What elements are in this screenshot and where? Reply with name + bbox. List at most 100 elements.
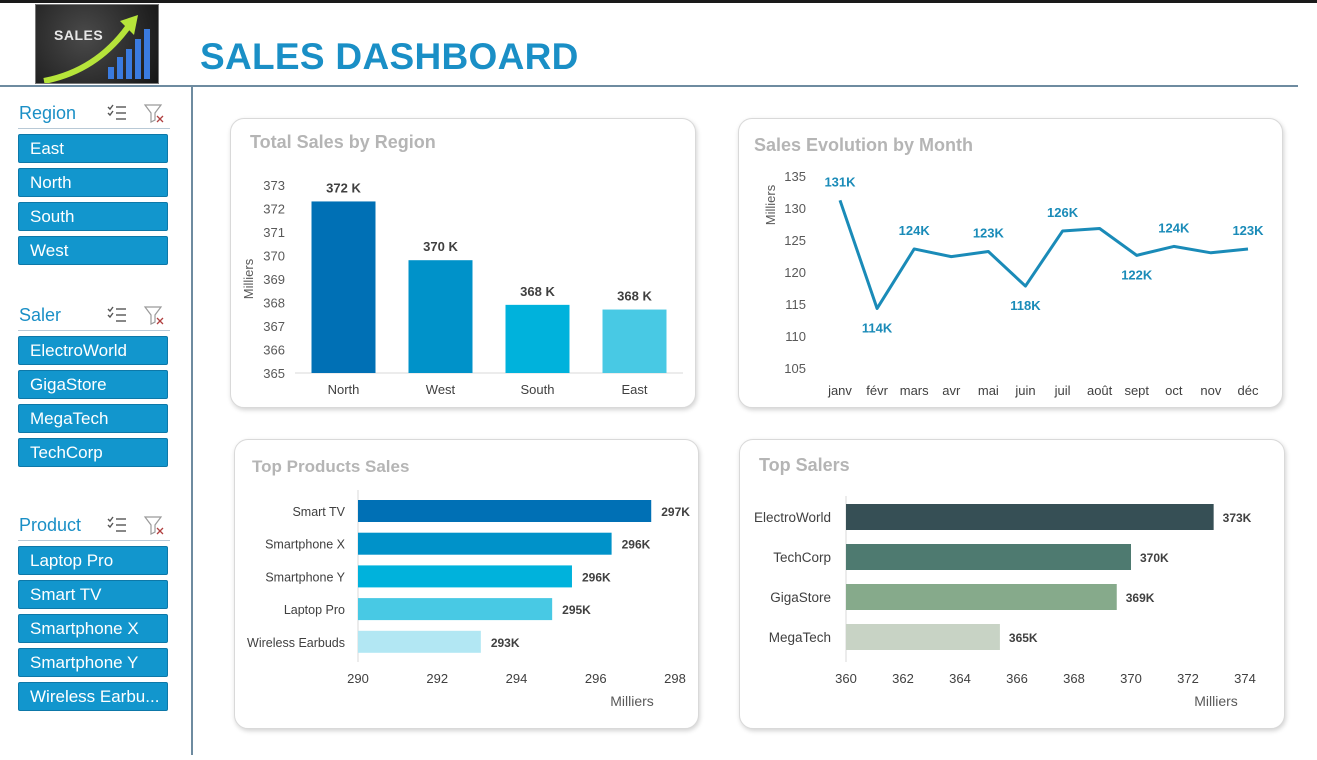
data-label: 296K (622, 538, 651, 552)
slicer-item-smartphone-y[interactable]: Smartphone Y (18, 648, 168, 677)
multi-select-icon[interactable] (106, 102, 128, 124)
y-tick-label: 371 (263, 225, 285, 240)
region-bar-chart: Milliers 365 366 367 368 369 370 371 372 373 372 K… (241, 178, 683, 397)
x-tick-label: nov (1200, 383, 1221, 398)
clear-filter-icon[interactable] (143, 102, 165, 124)
data-label: 123K (1232, 223, 1264, 238)
x-tick-label: West (426, 382, 456, 397)
region-chart-card[interactable]: Total Sales by Region Milliers 365 366 367 3… (230, 118, 696, 408)
data-label: 122K (1121, 267, 1153, 282)
x-tick-label: août (1087, 383, 1113, 398)
data-label: 123K (973, 226, 1005, 241)
slicer-item-wireless-earbuds[interactable]: Wireless Earbu... (18, 682, 168, 711)
region-slicer: Region East North South West (18, 99, 170, 270)
x-tick-label: North (328, 382, 360, 397)
slicer-title: Region (19, 103, 77, 123)
bar (846, 544, 1131, 570)
slicer-item-north[interactable]: North (18, 168, 168, 197)
bar (846, 584, 1117, 610)
x-axis-label: Milliers (1194, 693, 1238, 709)
x-tick-label: juil (1054, 383, 1071, 398)
growth-arrow-icon (43, 15, 150, 83)
y-tick-label: Smart TV (292, 505, 345, 519)
bar (602, 309, 667, 373)
bar (311, 201, 376, 373)
data-label: 131K (824, 174, 856, 189)
x-tick-label: déc (1238, 383, 1259, 398)
slicer-header: Region (18, 99, 170, 129)
x-tick-label: 370 (1120, 671, 1142, 686)
y-tick-label: Wireless Earbuds (247, 636, 345, 650)
x-tick-label: 368 (1063, 671, 1085, 686)
data-label: 369K (1126, 591, 1155, 605)
x-tick-label: 294 (506, 671, 528, 686)
slicer-item-smartphone-x[interactable]: Smartphone X (18, 614, 168, 643)
saler-slicer: Saler ElectroWorld GigaStore MegaTech Te… (18, 301, 170, 472)
salers-chart-card[interactable]: Top Salers ElectroWorld 373K TechCorp 370K G… (739, 439, 1285, 729)
y-axis-label: Milliers (763, 184, 778, 225)
y-tick-label: GigaStore (770, 590, 831, 605)
products-chart-card[interactable]: Top Products Sales Smart TV 297K Smartphon… (234, 439, 699, 729)
x-tick-label: 290 (347, 671, 369, 686)
y-tick-label: 115 (785, 297, 806, 312)
y-tick-label: 373 (263, 178, 285, 193)
slicer-item-west[interactable]: West (18, 236, 168, 265)
slicer-item-techcorp[interactable]: TechCorp (18, 438, 168, 467)
x-tick-label: janv (827, 383, 852, 398)
y-tick-label: 120 (784, 265, 806, 280)
logo-text: SALES (54, 27, 104, 43)
bar (846, 624, 1000, 650)
data-label: 368 K (617, 289, 652, 304)
dashboard-sheet: SALES SALES DASHBOARD Region East North … (0, 0, 1317, 760)
slicer-item-laptop-pro[interactable]: Laptop Pro (18, 546, 168, 575)
data-label: 368 K (520, 284, 555, 299)
y-tick-label: TechCorp (773, 550, 831, 565)
sales-logo-image: SALES (35, 4, 159, 84)
slicer-title: Saler (19, 305, 62, 325)
data-label: 370 K (423, 239, 458, 254)
y-tick-label: 372 (263, 202, 285, 217)
y-tick-label: 105 (784, 361, 806, 376)
x-tick-label: oct (1165, 383, 1183, 398)
salers-bar-chart: ElectroWorld 373K TechCorp 370K GigaStore 369… (754, 496, 1256, 709)
bar (505, 304, 570, 373)
y-tick-label: 368 (263, 296, 285, 311)
bar (408, 260, 473, 373)
x-tick-label: 298 (664, 671, 686, 686)
clear-filter-icon[interactable] (143, 514, 165, 536)
slicer-item-gigastore[interactable]: GigaStore (18, 370, 168, 399)
x-tick-label: 372 (1177, 671, 1199, 686)
bar (846, 504, 1214, 530)
x-tick-label: 364 (949, 671, 971, 686)
x-tick-label: 366 (1006, 671, 1028, 686)
y-tick-label: ElectroWorld (754, 510, 831, 525)
slicer-header: Saler (18, 301, 170, 331)
slicer-item-east[interactable]: East (18, 134, 168, 163)
slicer-item-electroworld[interactable]: ElectroWorld (18, 336, 168, 365)
x-tick-label: 296 (585, 671, 607, 686)
y-tick-label: 110 (785, 329, 806, 344)
x-tick-label: 292 (426, 671, 448, 686)
y-tick-label: 365 (263, 366, 285, 381)
slicer-title: Product (19, 515, 82, 535)
x-tick-label: juin (1014, 383, 1035, 398)
slicer-item-megatech[interactable]: MegaTech (18, 404, 168, 433)
multi-select-icon[interactable] (106, 304, 128, 326)
x-tick-label: 362 (892, 671, 914, 686)
clear-filter-icon[interactable] (143, 304, 165, 326)
x-tick-label: 374 (1234, 671, 1256, 686)
data-label: 124K (899, 223, 931, 238)
y-tick-label: Smartphone X (265, 538, 346, 552)
slicer-item-smart-tv[interactable]: Smart TV (18, 580, 168, 609)
data-label: 370K (1140, 551, 1169, 565)
data-label: 293K (491, 636, 520, 650)
data-label: 296K (582, 570, 611, 584)
data-label: 372 K (326, 180, 361, 195)
x-tick-label: mars (900, 383, 929, 398)
x-tick-label: South (521, 382, 555, 397)
slicer-item-south[interactable]: South (18, 202, 168, 231)
bar (358, 598, 553, 621)
multi-select-icon[interactable] (106, 514, 128, 536)
month-chart-card[interactable]: Sales Evolution by Month Milliers 105 110 1… (738, 118, 1283, 408)
data-label: 126K (1047, 205, 1079, 220)
